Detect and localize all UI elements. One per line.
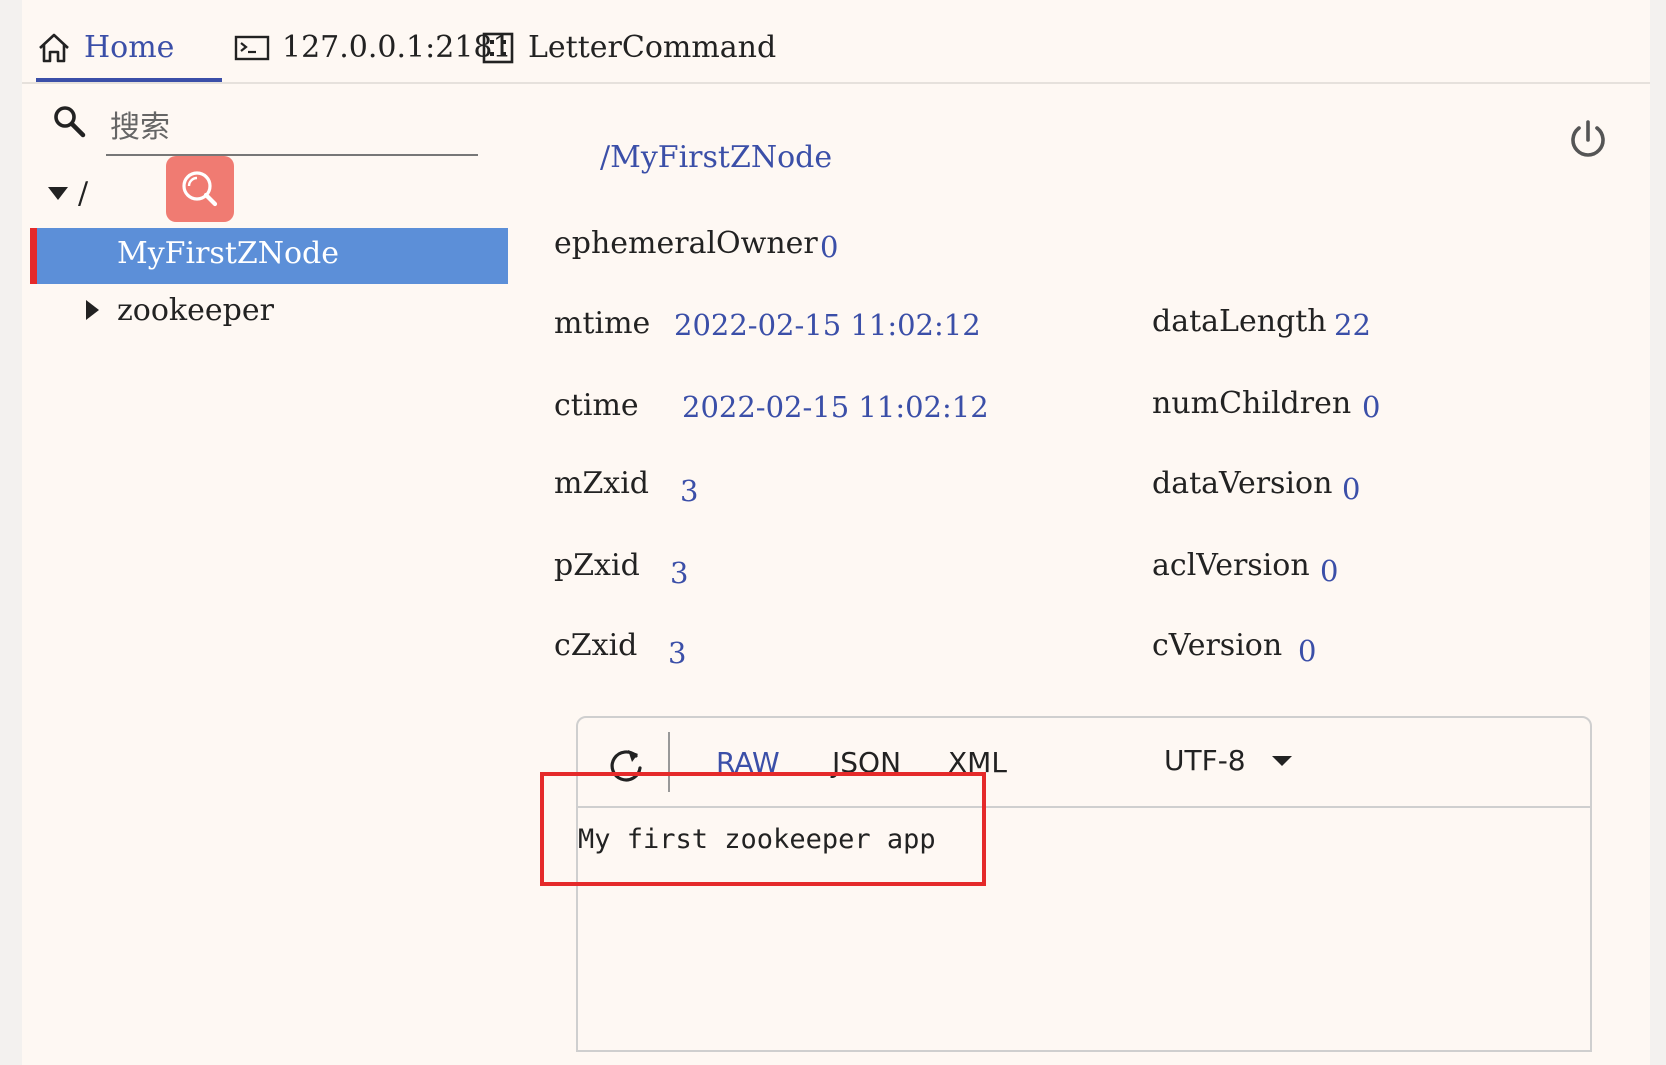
data-panel: RAW JSON XML UTF-8 My first zookeeper ap…: [576, 716, 1592, 1052]
prop-value-mtime: 2022-02-15 11:02:12: [674, 308, 981, 342]
prop-label-ctime: ctime: [554, 388, 639, 423]
data-content[interactable]: My first zookeeper app: [578, 806, 1590, 1046]
data-toolbar: RAW JSON XML UTF-8: [578, 718, 1590, 808]
tree-item-selected[interactable]: MyFirstZNode: [30, 228, 508, 284]
grid-icon: [482, 32, 514, 64]
prop-label-data-length: dataLength: [1152, 304, 1327, 339]
magnifier-icon: [182, 171, 218, 207]
format-json-button[interactable]: JSON: [832, 746, 901, 779]
power-icon[interactable]: [1564, 116, 1612, 164]
prop-value-num-children: 0: [1362, 390, 1381, 424]
tab-connection[interactable]: 127.0.0.1:2181: [222, 28, 512, 78]
toolbar-divider: [668, 732, 670, 792]
prop-value-pzxid: 3: [670, 556, 689, 590]
format-raw-button[interactable]: RAW: [716, 746, 780, 779]
prop-label-ephemeral-owner: ephemeralOwner: [554, 226, 818, 261]
node-path: /MyFirstZNode: [600, 140, 833, 175]
tree-item-zookeeper[interactable]: zookeeper: [86, 290, 274, 330]
prop-value-data-version: 0: [1342, 472, 1361, 506]
caret-right-icon[interactable]: [86, 300, 99, 320]
tab-bar: Home 127.0.0.1:2181 LetterCommand: [22, 0, 1650, 84]
tab-home-label: Home: [84, 30, 175, 65]
prop-value-czxid: 3: [668, 636, 687, 670]
chevron-down-icon: [1271, 755, 1292, 766]
tree-item-label: zookeeper: [117, 292, 274, 328]
prop-label-num-children: numChildren: [1152, 386, 1352, 421]
prop-value-data-length: 22: [1334, 308, 1371, 342]
prop-value-ephemeral-owner: 0: [820, 230, 839, 264]
prop-label-c-version: cVersion: [1152, 628, 1283, 663]
format-xml-button[interactable]: XML: [948, 746, 1007, 779]
home-icon: [39, 33, 69, 63]
search-button[interactable]: [166, 156, 234, 222]
prop-label-data-version: dataVersion: [1152, 466, 1333, 501]
prop-value-ctime: 2022-02-15 11:02:12: [682, 390, 989, 424]
tree-root[interactable]: /: [48, 176, 88, 211]
prop-label-mtime: mtime: [554, 306, 651, 341]
search-icon: [54, 106, 86, 138]
terminal-icon: [234, 35, 270, 61]
prop-value-c-version: 0: [1298, 634, 1317, 668]
refresh-icon[interactable]: [606, 744, 646, 786]
tab-home[interactable]: Home: [36, 28, 222, 82]
prop-label-mzxid: mZxid: [554, 466, 650, 501]
caret-down-icon[interactable]: [48, 187, 68, 200]
encoding-select[interactable]: UTF-8: [1164, 744, 1292, 777]
search-input[interactable]: [106, 100, 478, 156]
prop-value-mzxid: 3: [680, 474, 699, 508]
encoding-value: UTF-8: [1164, 744, 1246, 777]
prop-label-acl-version: aclVersion: [1152, 548, 1310, 583]
tree-root-label: /: [78, 176, 89, 211]
prop-label-pzxid: pZxid: [554, 548, 640, 583]
prop-label-czxid: cZxid: [554, 628, 638, 663]
app-window: Home 127.0.0.1:2181 LetterCommand 搜索 / M…: [22, 0, 1650, 1065]
prop-value-acl-version: 0: [1320, 554, 1339, 588]
tab-connection-label: 127.0.0.1:2181: [282, 30, 512, 65]
tab-letter-command-label: LetterCommand: [528, 30, 777, 65]
tab-letter-command[interactable]: LetterCommand: [480, 28, 776, 78]
